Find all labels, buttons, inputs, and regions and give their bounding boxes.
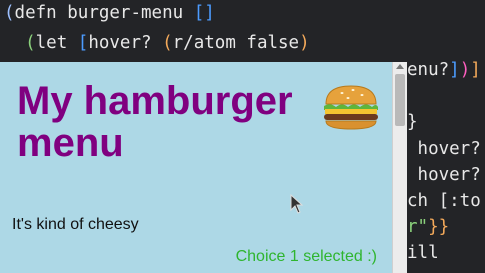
right-code-line-6: r"}} <box>407 216 449 238</box>
binding-name: hover? <box>88 33 152 53</box>
page-title: My hamburger menu <box>17 79 293 165</box>
defn-keyword: defn <box>14 3 57 23</box>
args-vector: [] <box>193 3 215 23</box>
code-string: r" <box>407 217 429 237</box>
false-literal: false <box>246 33 300 53</box>
atom-call: r/atom <box>172 33 236 53</box>
let-keyword: let <box>35 33 68 53</box>
code-fragment: enu? <box>407 60 450 80</box>
right-code-line-3: hover? <box>407 139 481 159</box>
preview-scrollbar[interactable] <box>392 62 407 273</box>
scroll-up-icon[interactable] <box>396 64 404 69</box>
selection-status: Choice 1 selected :) <box>235 248 377 265</box>
right-code-line-2: } <box>407 112 418 132</box>
bindings-bracket: [ <box>77 33 89 53</box>
subtitle-text: It's kind of cheesy <box>12 216 139 233</box>
hamburger-emoji-icon[interactable] <box>320 82 382 132</box>
code-line-1: (defn burger-menu [] <box>4 2 215 24</box>
code-bracket: ] <box>449 60 460 80</box>
right-code-line-7: ill <box>407 243 439 263</box>
code-braces: }} <box>428 217 450 237</box>
call-close-paren: ) <box>299 33 310 53</box>
open-paren: ( <box>4 3 15 23</box>
right-code-line-4: hover? <box>407 165 481 185</box>
scrollbar-thumb[interactable] <box>395 74 405 126</box>
code-paren: ) <box>459 60 471 80</box>
preview-panel: My hamburger menu It's kind of cheesy Ch… <box>0 62 392 273</box>
let-open-paren: ( <box>25 33 36 53</box>
right-code-line-5: ch [:to <box>407 191 481 211</box>
code-bracket: ] <box>470 60 481 80</box>
mouse-pointer-icon <box>290 194 304 214</box>
right-code-line-1: enu?])] <box>407 59 481 81</box>
code-line-2: (let [hover? (r/atom false) <box>4 32 310 54</box>
function-name: burger-menu <box>67 3 184 23</box>
call-open-paren: ( <box>162 33 173 53</box>
